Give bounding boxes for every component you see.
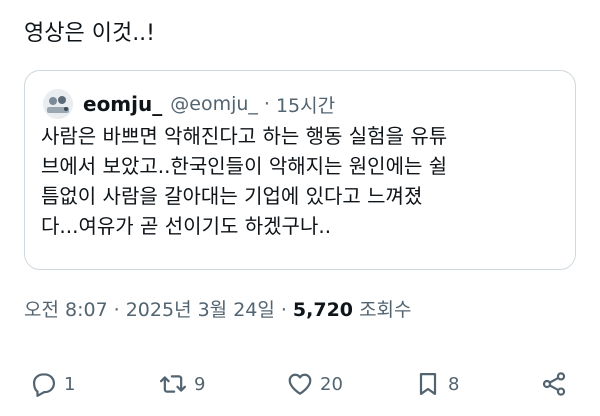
tweet-time[interactable]: 오전 8:07 — [24, 299, 108, 321]
share-button[interactable] — [540, 366, 568, 402]
quote-handle[interactable]: @eomju_ — [170, 93, 258, 115]
meta-separator: · — [113, 299, 120, 321]
quote-body-text: 사람은 바쁘면 악해진다고 하는 행동 실험을 유튜 브에서 보았고..한국인들… — [41, 124, 448, 238]
share-icon — [542, 372, 566, 396]
bookmark-button[interactable]: 8 — [414, 366, 459, 402]
retweet-count: 9 — [194, 373, 206, 395]
tweet-date[interactable]: 2025년 3월 24일 — [126, 299, 275, 321]
like-count: 20 — [320, 373, 343, 395]
action-bar: 1 9 20 8 — [0, 366, 600, 402]
views-label: 조회수 — [359, 299, 412, 321]
meta-separator: · — [280, 299, 287, 321]
avatar[interactable] — [43, 89, 73, 119]
quote-tweet-card[interactable]: eomju_ @eomju_ · 15시간 사람은 바쁘면 악해진다고 하는 행… — [24, 70, 576, 270]
reply-icon — [32, 373, 56, 397]
retweet-icon — [159, 375, 187, 393]
quote-separator: · — [263, 93, 270, 115]
bookmark-icon — [419, 372, 437, 396]
quote-timestamp[interactable]: 15시간 — [276, 91, 335, 118]
views-count: 5,720 — [292, 299, 354, 321]
tweet-text: 영상은 이것..! — [24, 21, 155, 46]
bookmark-count: 8 — [448, 373, 460, 395]
tweet-meta: 오전 8:07 · 2025년 3월 24일 · 5,720 조회수 — [24, 296, 412, 324]
reply-count: 1 — [64, 373, 76, 395]
quote-display-name[interactable]: eomju_ — [83, 92, 162, 116]
retweet-button[interactable]: 9 — [158, 366, 205, 402]
like-button[interactable]: 20 — [286, 366, 343, 402]
reply-button[interactable]: 1 — [30, 366, 75, 402]
quote-header: eomju_ @eomju_ · 15시간 — [43, 89, 335, 119]
heart-icon — [288, 373, 312, 395]
avatar-image-icon — [43, 89, 73, 119]
